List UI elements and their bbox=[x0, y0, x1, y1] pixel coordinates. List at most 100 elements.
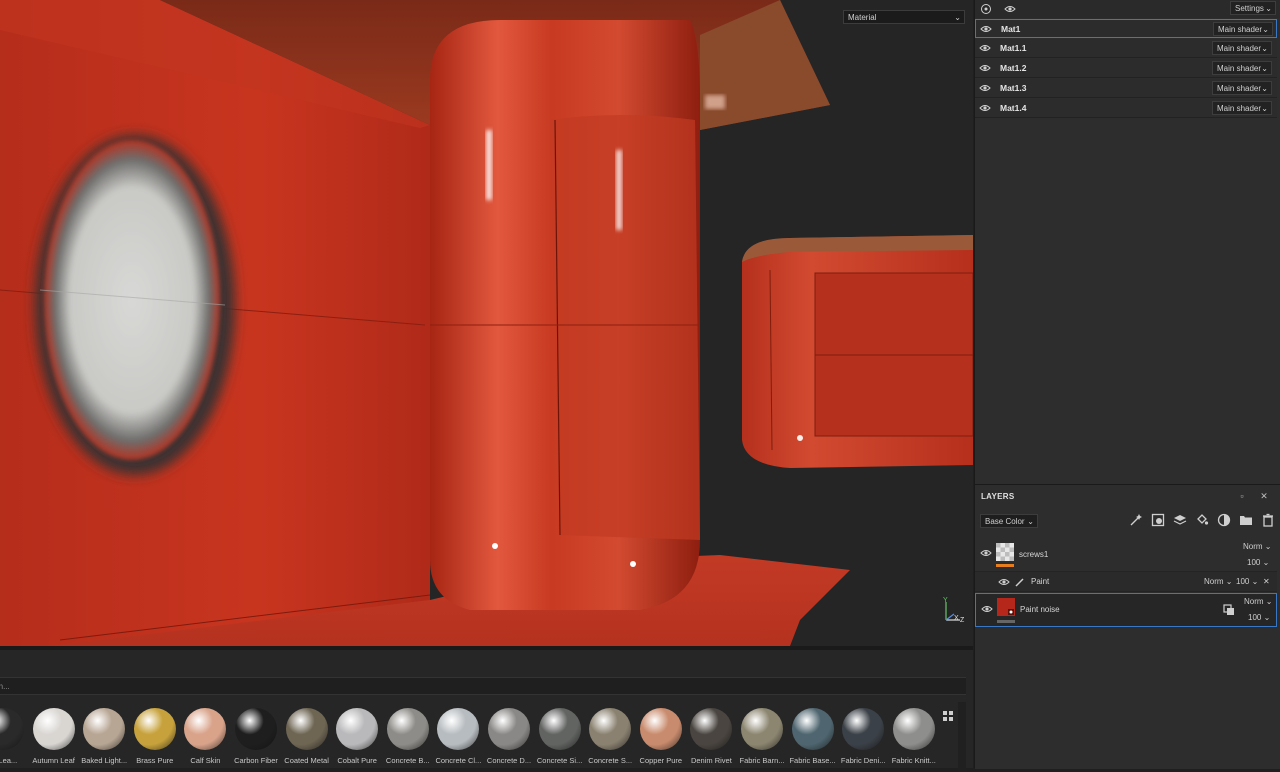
material-preview bbox=[589, 708, 632, 750]
layer-opacity[interactable]: 100 ⌄ bbox=[1247, 558, 1269, 567]
shader-select[interactable]: Main shader ⌄ bbox=[1212, 101, 1272, 115]
maximize-icon[interactable]: ▫ bbox=[1237, 491, 1247, 501]
material-preview bbox=[184, 708, 227, 750]
material-label: Autumn Leaf bbox=[32, 756, 75, 765]
chevron-down-icon: ⌄ bbox=[1261, 64, 1268, 73]
eye-icon[interactable] bbox=[1004, 3, 1016, 15]
3d-viewport[interactable]: Material ⌄ Y X Z bbox=[0, 0, 973, 646]
close-icon[interactable]: ✕ bbox=[1263, 577, 1270, 586]
material-preview bbox=[285, 708, 328, 750]
material-preview bbox=[488, 708, 530, 750]
texture-set-row[interactable]: Mat1.1 Main shader ⌄ bbox=[975, 39, 1277, 58]
eye-icon[interactable] bbox=[979, 63, 991, 73]
layer-effect-row-paint[interactable]: Paint Norm ⌄ 100 ⌄ ✕ bbox=[975, 572, 1277, 592]
effect-opacity[interactable]: 100 ⌄ bbox=[1236, 577, 1258, 586]
material-preview bbox=[741, 708, 783, 750]
texture-set-name: Mat1.3 bbox=[1000, 83, 1027, 93]
chevron-down-icon: ⌄ bbox=[1265, 4, 1272, 13]
close-icon[interactable]: ✕ bbox=[1259, 491, 1269, 501]
layer-name[interactable]: screws1 bbox=[1019, 550, 1048, 559]
add-effect-icon[interactable] bbox=[1129, 513, 1143, 527]
eye-icon[interactable] bbox=[980, 548, 992, 558]
material-preview bbox=[32, 708, 75, 750]
shelf-scrollbar[interactable] bbox=[958, 702, 966, 772]
texture-set-row[interactable]: Mat1 Main shader ⌄ bbox=[975, 19, 1277, 38]
instance-icon[interactable] bbox=[1223, 604, 1235, 616]
material-item[interactable]: Concrete B... bbox=[383, 708, 433, 768]
texture-set-header: Settings ⌄ bbox=[975, 0, 1280, 18]
layer-blend-mode[interactable]: Norm ⌄ bbox=[1244, 597, 1273, 606]
shelf-search-bar[interactable] bbox=[0, 677, 966, 695]
effect-blend-mode[interactable]: Norm ⌄ bbox=[1204, 577, 1233, 586]
visibility-toggle-all-icon[interactable] bbox=[980, 3, 992, 15]
shader-select[interactable]: Main shader ⌄ bbox=[1213, 22, 1273, 36]
material-item[interactable]: Concrete D... bbox=[484, 708, 534, 768]
material-label: Fabric Knitt... bbox=[891, 756, 936, 765]
add-layer-icon[interactable] bbox=[1173, 513, 1187, 527]
material-item[interactable]: Baked Light... bbox=[79, 708, 129, 768]
eye-icon[interactable] bbox=[980, 24, 992, 34]
blend-value: Norm bbox=[1243, 542, 1263, 551]
material-item[interactable]: Cobalt Pure bbox=[332, 708, 382, 768]
shader-select[interactable]: Main shader ⌄ bbox=[1212, 61, 1272, 75]
3d-scene[interactable] bbox=[0, 0, 973, 646]
viewport-display-select[interactable]: Material ⌄ bbox=[843, 10, 965, 24]
add-mask-icon[interactable] bbox=[1151, 513, 1165, 527]
channel-value: Base Color bbox=[985, 517, 1025, 526]
material-item[interactable]: Concrete S... bbox=[585, 708, 635, 768]
material-item[interactable]: Fabric Deni... bbox=[838, 708, 888, 768]
add-folder-icon[interactable] bbox=[1239, 513, 1253, 527]
material-item[interactable]: ial Lea... bbox=[0, 708, 28, 768]
shader-select[interactable]: Main shader ⌄ bbox=[1212, 41, 1272, 55]
viewport-display-value: Material bbox=[848, 13, 877, 22]
material-item[interactable]: Calf Skin bbox=[180, 708, 230, 768]
add-fill-layer-icon[interactable] bbox=[1195, 513, 1209, 527]
grid-view-icon[interactable] bbox=[942, 710, 954, 722]
texture-set-name: Mat1.4 bbox=[1000, 103, 1027, 113]
shader-value: Main shader bbox=[1217, 84, 1262, 93]
eye-icon[interactable] bbox=[998, 577, 1010, 587]
material-item[interactable]: Fabric Base... bbox=[788, 708, 838, 768]
material-item[interactable]: Autumn Leaf bbox=[29, 708, 79, 768]
channel-select[interactable]: Base Color ⌄ bbox=[980, 514, 1038, 528]
material-item[interactable]: Concrete Cl... bbox=[433, 708, 483, 768]
material-item[interactable]: Denim Rivet bbox=[686, 708, 736, 768]
material-label: Concrete D... bbox=[486, 756, 532, 765]
shelf-search-input[interactable] bbox=[0, 678, 392, 694]
material-item[interactable]: Carbon Fiber bbox=[231, 708, 281, 768]
texture-set-row[interactable]: Mat1.2 Main shader ⌄ bbox=[975, 59, 1277, 78]
layer-opacity[interactable]: 100 ⌄ bbox=[1248, 613, 1270, 622]
material-label: Concrete Si... bbox=[536, 756, 583, 765]
effect-name[interactable]: Paint bbox=[1031, 577, 1049, 586]
texture-set-row[interactable]: Mat1.3 Main shader ⌄ bbox=[975, 79, 1277, 98]
material-preview bbox=[133, 708, 176, 750]
material-item[interactable]: Concrete Si... bbox=[535, 708, 585, 768]
chevron-down-icon: ⌄ bbox=[1261, 44, 1268, 53]
eye-icon[interactable] bbox=[979, 43, 991, 53]
material-item[interactable]: Fabric Knitt... bbox=[889, 708, 939, 768]
settings-dropdown[interactable]: Settings ⌄ bbox=[1230, 1, 1276, 15]
material-item[interactable]: Fabric Barn... bbox=[737, 708, 787, 768]
material-item[interactable]: Brass Pure bbox=[130, 708, 180, 768]
material-label: Copper Pure bbox=[639, 756, 683, 765]
eye-icon[interactable] bbox=[979, 83, 991, 93]
eye-icon[interactable] bbox=[981, 604, 993, 614]
layer-thumbnail bbox=[997, 598, 1015, 616]
texture-set-row[interactable]: Mat1.4 Main shader ⌄ bbox=[975, 99, 1277, 118]
delete-icon[interactable] bbox=[1261, 513, 1275, 527]
layer-row-paint-noise[interactable]: Paint noise Norm ⌄ 100 ⌄ bbox=[975, 593, 1277, 627]
material-preview bbox=[892, 708, 935, 750]
material-item[interactable]: Coated Metal bbox=[282, 708, 332, 768]
chevron-down-icon: ⌄ bbox=[1027, 517, 1034, 526]
shader-value: Main shader bbox=[1218, 25, 1263, 34]
shader-select[interactable]: Main shader ⌄ bbox=[1212, 81, 1272, 95]
layer-row-screws1[interactable]: screws1 Norm ⌄ 100 ⌄ bbox=[975, 538, 1277, 572]
material-item[interactable]: Copper Pure bbox=[636, 708, 686, 768]
smart-material-icon[interactable] bbox=[1217, 513, 1231, 527]
opacity-value: 100 bbox=[1248, 613, 1262, 622]
material-preview bbox=[690, 708, 733, 750]
eye-icon[interactable] bbox=[979, 103, 991, 113]
material-preview bbox=[83, 708, 126, 750]
layer-name[interactable]: Paint noise bbox=[1020, 605, 1060, 614]
layer-blend-mode[interactable]: Norm ⌄ bbox=[1243, 542, 1272, 551]
